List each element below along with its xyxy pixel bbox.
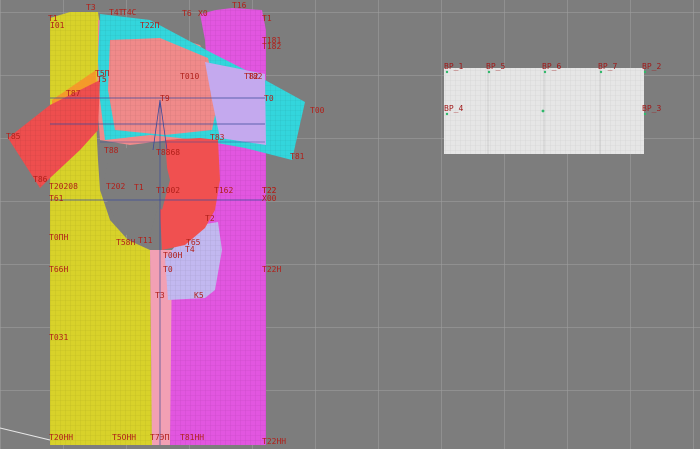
board-center-point [541, 109, 545, 113]
board-point-label: BP_7 [598, 62, 617, 71]
workspace-canvas[interactable]: T1 T3 T4T T4C T22П T6 T16 I01 X0 T1 T181 T182 T5П T5 T… [0, 0, 700, 449]
point-label: T61 [49, 194, 64, 203]
point-label: T83 [210, 133, 225, 142]
point-label: T85 [6, 132, 21, 141]
pattern-layout[interactable]: T1T3T4TT4CT22ПT6T16I01X0T1T181T182T5ПT5 T… [0, 0, 700, 449]
point-label: T0 [264, 94, 274, 103]
point-label: T66Н [49, 265, 68, 274]
hem-guide [0, 427, 51, 441]
point-label: T16 [232, 1, 247, 10]
board-point-marker [643, 70, 647, 74]
point-label: T88 [104, 146, 119, 155]
point-label: T0 [163, 265, 173, 274]
point-label: T81НН [180, 433, 204, 442]
point-label: T22НН [262, 437, 286, 446]
point-label: T22Н [262, 265, 281, 274]
board-point-label: BP_6 [542, 62, 561, 71]
point-label: T3 [86, 3, 96, 12]
point-label: T162 [214, 186, 233, 195]
board-point-marker [487, 70, 491, 74]
point-label: T87 [66, 89, 81, 98]
point-label: T3 [155, 291, 165, 300]
point-label: T7ЭП [150, 433, 169, 442]
point-label: T11 [138, 236, 153, 245]
point-label: X00 [262, 194, 277, 203]
point-label: T4 [185, 245, 195, 254]
point-label: T81 [290, 152, 305, 161]
board-point-marker [643, 112, 647, 116]
point-label: T4C [122, 8, 137, 17]
board-point-label: BP_5 [486, 62, 505, 71]
point-label: T00 [310, 106, 325, 115]
board-point-marker [445, 70, 449, 74]
point-label: X0 [198, 9, 208, 18]
board-point-marker [543, 70, 547, 74]
reference-board[interactable]: BP_1 BP_5 BP_6 BP_7 BP_2 BP_4 BP_3 [444, 62, 661, 154]
point-label: T6 [182, 9, 192, 18]
point-label: T58Н [116, 238, 135, 247]
point-label: T1002 [156, 186, 180, 195]
point-label: K5 [194, 291, 204, 300]
point-label: T031 [49, 333, 68, 342]
point-label: T1 [134, 183, 144, 192]
point-label: T1 [262, 14, 272, 23]
board-point-label: BP_1 [444, 62, 463, 71]
board-point-marker [445, 112, 449, 116]
point-label: T86 [33, 175, 48, 184]
board-point-label: BP_2 [642, 62, 661, 71]
point-label: T010 [180, 72, 199, 81]
point-label: T202 [106, 182, 125, 191]
point-label: T5 [97, 75, 107, 84]
point-label: T182 [262, 42, 281, 51]
point-label: T9 [160, 94, 170, 103]
point-label: T0ПН [49, 233, 68, 242]
board-point-marker [599, 70, 603, 74]
point-label: T8868 [156, 148, 180, 157]
point-label: T00Н [163, 251, 182, 260]
point-label: T20НН [49, 433, 73, 442]
point-label: T82 [248, 72, 263, 81]
point-label: T2 [205, 214, 215, 223]
point-label: T5ОНН [112, 433, 136, 442]
point-label: I01 [50, 21, 65, 30]
point-label: T22П [140, 21, 159, 30]
point-label: T20208 [49, 182, 78, 191]
board-point-label: BP_3 [642, 104, 661, 113]
board-point-label: BP_4 [444, 104, 463, 113]
